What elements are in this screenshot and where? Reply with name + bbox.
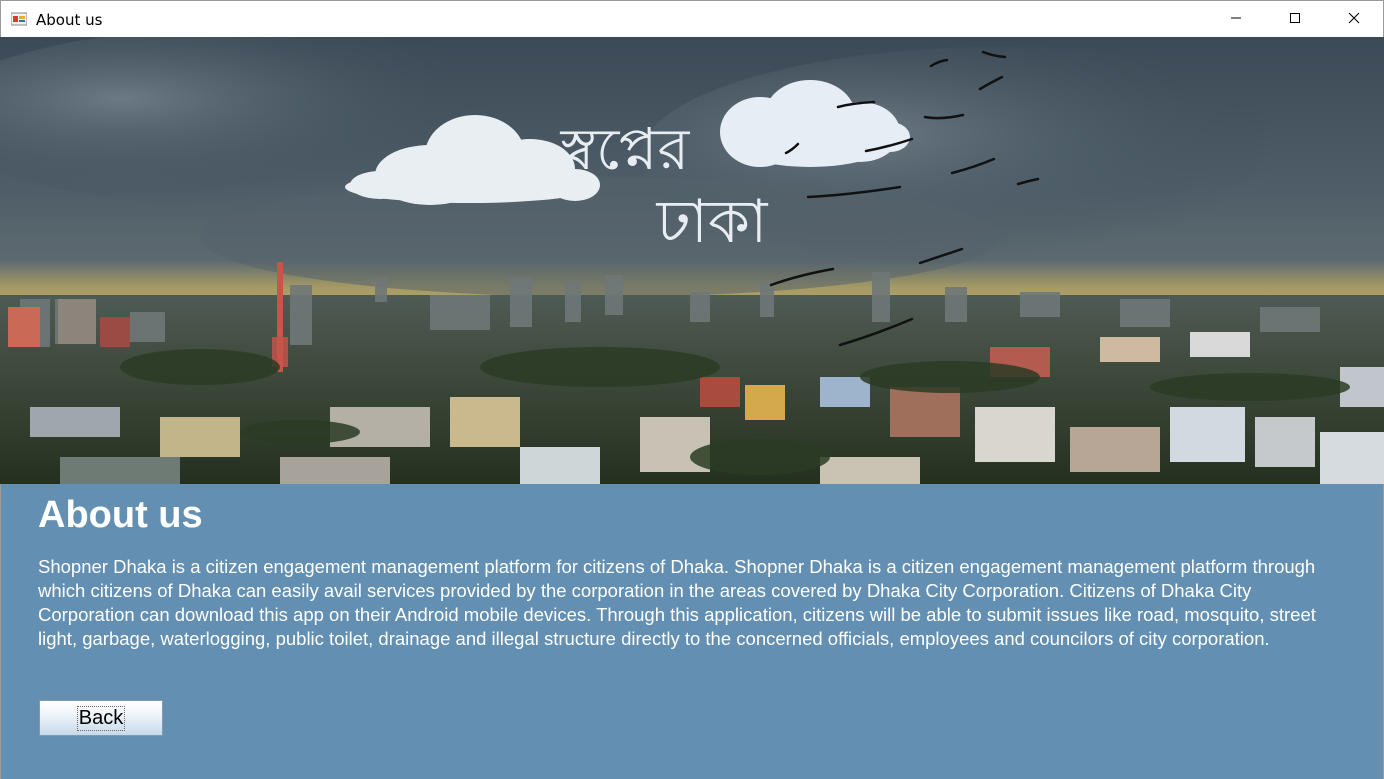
- minimize-button[interactable]: [1207, 1, 1265, 38]
- title-bar: About us: [0, 0, 1384, 38]
- banner-logo-line1: স্বপ্নের: [560, 115, 691, 183]
- maximize-button[interactable]: [1266, 1, 1324, 38]
- banner-logo-line2: ঢাকা: [656, 187, 769, 257]
- minimize-icon: [1230, 11, 1242, 29]
- back-button-label: Back: [76, 705, 126, 731]
- back-button[interactable]: Back: [39, 700, 163, 736]
- page-title: About us: [38, 494, 203, 536]
- close-icon: [1348, 11, 1360, 29]
- about-description: Shopner Dhaka is a citizen engagement ma…: [38, 556, 1316, 649]
- about-content-panel: About us Shopner Dhaka is a citizen enga…: [0, 484, 1384, 779]
- window-title: About us: [36, 11, 103, 29]
- dhaka-skyline-banner: স্বপ্নের ঢাকা: [0, 37, 1384, 484]
- app-icon: [10, 12, 28, 26]
- maximize-icon: [1289, 11, 1301, 29]
- close-button[interactable]: [1325, 1, 1383, 38]
